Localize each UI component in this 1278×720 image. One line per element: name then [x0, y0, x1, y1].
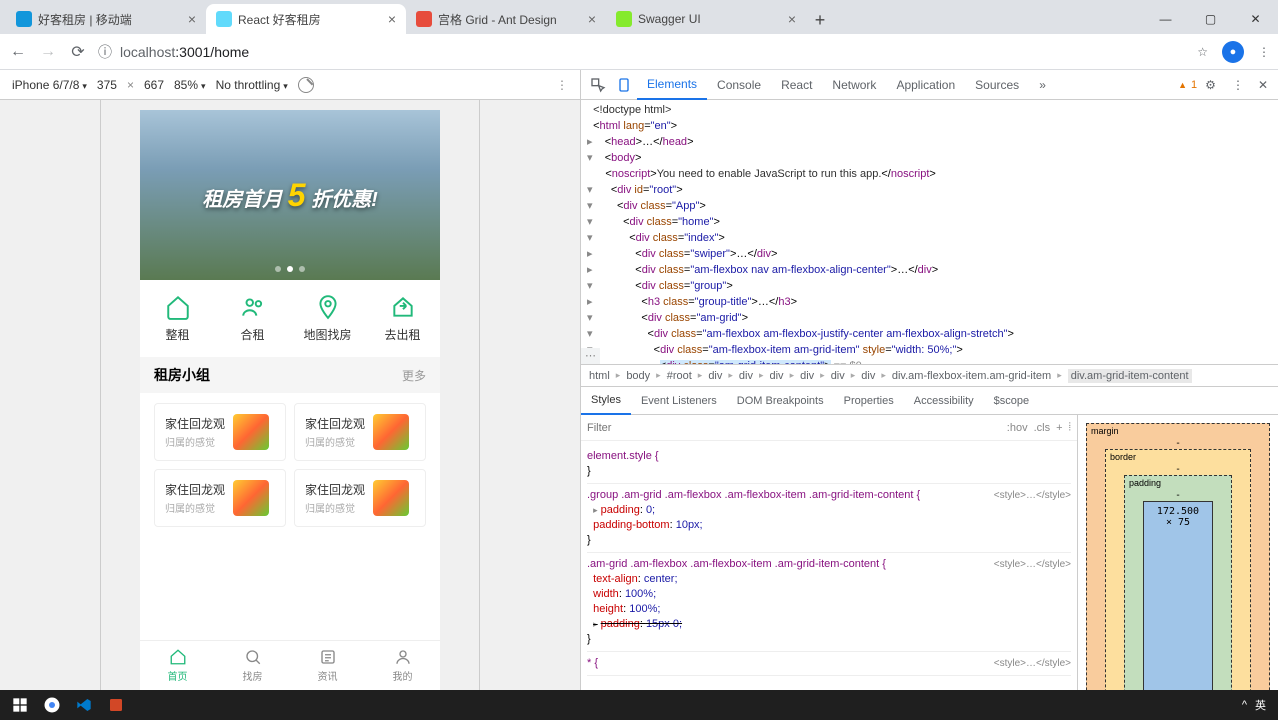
zoom-select[interactable]: 85% [174, 78, 206, 92]
house-icon [165, 294, 191, 320]
ime-indicator[interactable]: 英 [1255, 697, 1266, 713]
dt-tab-more[interactable]: » [1029, 70, 1056, 100]
add-rule-icon[interactable]: + [1056, 422, 1062, 434]
styles-tab[interactable]: Styles [581, 387, 631, 415]
close-window-button[interactable]: ✕ [1233, 4, 1278, 34]
card-thumb [373, 414, 409, 450]
dt-tab-application[interactable]: Application [886, 70, 965, 100]
house-arrow-icon [390, 294, 416, 320]
nav-map[interactable]: 地图找房 [290, 294, 365, 343]
scope-tab[interactable]: $scope [984, 387, 1039, 415]
dom-ellipsis[interactable]: ⋯ [581, 348, 600, 364]
card-thumb [373, 480, 409, 516]
browser-tab[interactable]: Swagger UI× [606, 4, 806, 34]
address-bar[interactable]: ⓘ localhost:3001/home [98, 42, 1187, 62]
device-menu-icon[interactable]: ⋮ [556, 78, 568, 92]
location-icon [315, 294, 341, 320]
new-tab-button[interactable]: + [806, 6, 834, 34]
dt-tab-elements[interactable]: Elements [637, 70, 707, 100]
star-icon[interactable]: ☆ [1197, 45, 1208, 59]
gear-icon[interactable]: ⚙ [1205, 78, 1216, 92]
nav-rent[interactable]: 去出租 [365, 294, 440, 343]
close-icon[interactable]: × [788, 11, 796, 27]
mtab-search[interactable]: 找房 [215, 641, 290, 690]
group-title: 租房小组 [154, 365, 210, 385]
browser-tab[interactable]: 宫格 Grid - Ant Design× [406, 4, 606, 34]
breadcrumb[interactable]: html▸ body▸ #root▸ div▸ div▸ div▸ div▸ d… [581, 365, 1278, 387]
nav-zhengzu[interactable]: 整租 [140, 294, 215, 343]
profile-avatar[interactable]: ● [1222, 41, 1244, 63]
dom-breakpoints-tab[interactable]: DOM Breakpoints [727, 387, 834, 415]
dt-tab-react[interactable]: React [771, 70, 822, 100]
mtab-home[interactable]: 首页 [140, 641, 215, 690]
inspect-icon[interactable] [585, 72, 611, 98]
rotate-icon[interactable] [298, 77, 314, 93]
browser-tab-active[interactable]: React 好客租房× [206, 4, 406, 34]
group-card[interactable]: 家住回龙观归属的感觉 [294, 469, 426, 527]
hov-toggle[interactable]: :hov [1007, 422, 1028, 434]
chrome-taskbar-icon[interactable] [36, 690, 68, 720]
tray-chevron-icon[interactable]: ^ [1242, 699, 1247, 711]
nav-hezu[interactable]: 合租 [215, 294, 290, 343]
minimize-button[interactable]: — [1143, 4, 1188, 34]
forward-button[interactable]: → [38, 42, 58, 62]
styles-menu-icon[interactable]: ⦙ [1069, 421, 1071, 434]
warning-badge[interactable]: 1 [1178, 79, 1197, 91]
card-thumb [233, 414, 269, 450]
device-width[interactable]: 375 [97, 78, 117, 92]
dt-tab-console[interactable]: Console [707, 70, 771, 100]
mtab-news[interactable]: 资讯 [290, 641, 365, 690]
dt-tab-network[interactable]: Network [822, 70, 886, 100]
device-height[interactable]: 667 [144, 78, 164, 92]
browser-tab[interactable]: 好客租房 | 移动端× [6, 4, 206, 34]
accessibility-tab[interactable]: Accessibility [904, 387, 984, 415]
throttle-select[interactable]: No throttling [216, 78, 288, 92]
device-mode-icon[interactable] [611, 72, 637, 98]
dom-tree[interactable]: <!doctype html> <html lang="en"> <head>…… [581, 100, 1278, 365]
people-icon [240, 294, 266, 320]
cls-toggle[interactable]: .cls [1034, 422, 1051, 434]
reload-button[interactable]: ⟳ [68, 42, 88, 62]
mobile-viewport: 租房首月 5 折优惠! 整租 合租 地图找房 去出租 租房小组 更多 家住回龙观归… [140, 110, 440, 690]
banner[interactable]: 租房首月 5 折优惠! [140, 110, 440, 280]
powerpoint-taskbar-icon[interactable] [100, 690, 132, 720]
close-icon[interactable]: × [188, 11, 196, 27]
close-devtools-icon[interactable]: ✕ [1258, 78, 1268, 92]
group-card[interactable]: 家住回龙观归属的感觉 [294, 403, 426, 461]
group-card[interactable]: 家住回龙观归属的感觉 [154, 403, 286, 461]
more-link[interactable]: 更多 [402, 367, 426, 384]
card-thumb [233, 480, 269, 516]
dt-menu-icon[interactable]: ⋮ [1232, 78, 1244, 92]
info-icon[interactable]: ⓘ [98, 42, 112, 62]
group-card[interactable]: 家住回龙观归属的感觉 [154, 469, 286, 527]
styles-filter-input[interactable] [587, 422, 1001, 434]
box-model[interactable]: margin- border- padding- 172.500 × 75 10… [1078, 415, 1278, 690]
start-button[interactable] [4, 690, 36, 720]
mtab-me[interactable]: 我的 [365, 641, 440, 690]
back-button[interactable]: ← [8, 42, 28, 62]
properties-tab[interactable]: Properties [834, 387, 904, 415]
close-icon[interactable]: × [388, 11, 396, 27]
styles-rules[interactable]: element.style {} <style>…</style>.group … [581, 441, 1077, 690]
device-select[interactable]: iPhone 6/7/8 [12, 78, 87, 92]
event-listeners-tab[interactable]: Event Listeners [631, 387, 727, 415]
dt-tab-sources[interactable]: Sources [965, 70, 1029, 100]
maximize-button[interactable]: ▢ [1188, 4, 1233, 34]
vscode-taskbar-icon[interactable] [68, 690, 100, 720]
close-icon[interactable]: × [588, 11, 596, 27]
menu-icon[interactable]: ⋮ [1258, 45, 1270, 59]
